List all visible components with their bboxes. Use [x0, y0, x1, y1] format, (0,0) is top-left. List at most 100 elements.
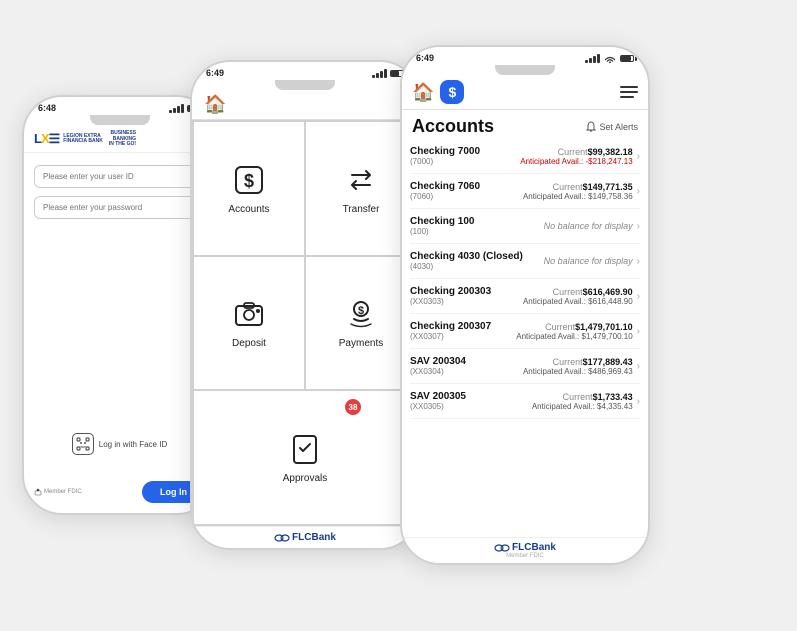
accounts-icon: $	[231, 162, 267, 198]
chevron-7000: ›	[637, 151, 640, 162]
face-id-section[interactable]: Log in with Face ID	[34, 425, 205, 463]
notch-1	[90, 115, 150, 125]
logo-tagline: BUSINESS BANKING IN THE GO!	[109, 131, 136, 148]
password-input[interactable]	[34, 196, 205, 219]
accounts-title: Accounts	[412, 116, 494, 137]
bell-icon	[586, 121, 596, 133]
wifi-icon	[603, 53, 617, 63]
transfer-icon	[343, 162, 379, 198]
phone-home: 6:49 🏠 $	[190, 60, 420, 550]
fdic-text: Member FDIC	[34, 488, 82, 496]
signal-icon	[169, 104, 184, 113]
member-fdic: Member FDIC	[506, 553, 544, 559]
time-2: 6:49	[206, 68, 224, 78]
login-footer: Member FDIC Log In	[24, 475, 215, 513]
account-balance-200307: Current$1,479,701.10 Anticipated Avail.:…	[516, 322, 632, 341]
account-balance-7060: Current$149,771.35 Anticipated Avail.: $…	[523, 182, 633, 201]
account-info-200307: Checking 200307 (XX0307)	[410, 321, 516, 341]
login-header: LX☰ LEGION EXTRA FINANCIA BANK BUSINESS …	[24, 125, 215, 153]
scene: 6:48 LX☰ LEGION EXTRA FINANCIA BANK	[0, 0, 797, 631]
logo-text: LEGION EXTRA FINANCIA BANK	[63, 134, 103, 145]
signal-icon-2	[372, 69, 387, 78]
app-logo: LX☰ LEGION EXTRA FINANCIA BANK BUSINESS …	[34, 131, 205, 148]
home-footer: FLCBank	[192, 526, 418, 548]
payments-icon: $	[343, 296, 379, 332]
deposit-icon	[231, 296, 267, 332]
chevron-sav200305: ›	[637, 396, 640, 407]
notch-3	[495, 65, 555, 75]
status-icons-3	[585, 53, 634, 63]
account-balance-7000: Current$99,382.18 Anticipated Avail.: -$…	[520, 147, 632, 166]
approvals-badge: 38	[345, 399, 361, 415]
login-content: LX☰ LEGION EXTRA FINANCIA BANK BUSINESS …	[24, 125, 215, 513]
menu-item-accounts[interactable]: $ Accounts	[194, 122, 304, 255]
accounts-nav: 🏠 $	[402, 75, 648, 110]
phone-login: 6:48 LX☰ LEGION EXTRA FINANCIA BANK	[22, 95, 217, 515]
dollar-nav-icon[interactable]: $	[440, 80, 464, 104]
logo-bank-name: LEGION EXTRA FINANCIA BANK	[63, 134, 103, 145]
chevron-7060: ›	[637, 186, 640, 197]
account-row-7060[interactable]: Checking 7060 (7060) Current$149,771.35 …	[410, 174, 640, 209]
phone-accounts: 6:49 🏠 $	[400, 45, 650, 565]
battery-icon-3	[620, 55, 634, 62]
status-bar-3: 6:49	[402, 47, 648, 65]
face-id-label: Log in with Face ID	[99, 440, 167, 449]
deposit-label: Deposit	[232, 338, 266, 349]
account-info-4030: Checking 4030 (Closed) (4030)	[410, 251, 544, 271]
account-info-sav200304: SAV 200304 (XX0304)	[410, 356, 523, 376]
status-bar-2: 6:49	[192, 62, 418, 80]
account-balance-200303: Current$616,469.90 Anticipated Avail.: $…	[523, 287, 633, 306]
account-info-sav200305: SAV 200305 (XX0305)	[410, 391, 532, 411]
logo-lx: LX☰	[34, 131, 59, 147]
userid-input[interactable]	[34, 165, 205, 188]
accounts-footer: FLCBank Member FDIC	[402, 537, 648, 563]
set-alerts-button[interactable]: Set Alerts	[586, 121, 638, 133]
account-balance-4030: No balance for display	[544, 256, 633, 266]
home-nav-icon[interactable]: 🏠	[204, 94, 226, 115]
notch-2	[275, 80, 335, 90]
account-info-100: Checking 100 (100)	[410, 216, 544, 236]
accounts-title-bar: Accounts Set Alerts	[402, 110, 648, 139]
approvals-icon	[287, 431, 323, 467]
flc-logo-accounts: FLCBank	[494, 542, 556, 553]
nav-left: 🏠 $	[412, 80, 464, 104]
account-row-sav200304[interactable]: SAV 200304 (XX0304) Current$177,889.43 A…	[410, 349, 640, 384]
account-info-7060: Checking 7060 (7060)	[410, 181, 523, 201]
chevron-200303: ›	[637, 291, 640, 302]
approvals-label: Approvals	[283, 473, 327, 484]
account-row-100[interactable]: Checking 100 (100) No balance for displa…	[410, 209, 640, 244]
signal-icon-3	[585, 54, 600, 63]
hamburger-menu-icon[interactable]	[620, 86, 638, 98]
chevron-200307: ›	[637, 326, 640, 337]
time-3: 6:49	[416, 53, 434, 63]
status-icons-2	[372, 69, 404, 78]
chevron-4030: ›	[637, 256, 640, 267]
home-nav: 🏠	[192, 90, 418, 120]
time-1: 6:48	[38, 103, 56, 113]
accounts-content: 🏠 $ Accounts Set Alerts	[402, 75, 648, 563]
svg-text:$: $	[358, 305, 364, 317]
home-grid: $ Accounts Transfer	[192, 120, 418, 526]
login-body: Log in with Face ID	[24, 153, 215, 476]
account-row-7000[interactable]: Checking 7000 (7000) Current$99,382.18 A…	[410, 139, 640, 174]
status-bar-1: 6:48	[24, 97, 215, 115]
menu-item-approvals[interactable]: 38 Approvals	[194, 391, 416, 524]
home-content: 🏠 $ Accounts	[192, 90, 418, 548]
account-balance-100: No balance for display	[544, 221, 633, 231]
account-row-200307[interactable]: Checking 200307 (XX0307) Current$1,479,7…	[410, 314, 640, 349]
accounts-list: Checking 7000 (7000) Current$99,382.18 A…	[402, 139, 648, 537]
account-info-7000: Checking 7000 (7000)	[410, 146, 520, 166]
chevron-sav200304: ›	[637, 361, 640, 372]
chevron-100: ›	[637, 221, 640, 232]
flc-logo: FLCBank	[192, 532, 418, 543]
payments-label: Payments	[339, 338, 383, 349]
home-icon-accounts[interactable]: 🏠	[412, 82, 434, 103]
transfer-label: Transfer	[343, 204, 380, 215]
accounts-label: Accounts	[228, 204, 269, 215]
account-balance-sav200304: Current$177,889.43 Anticipated Avail.: $…	[523, 357, 633, 376]
account-row-200303[interactable]: Checking 200303 (XX0303) Current$616,469…	[410, 279, 640, 314]
account-row-4030[interactable]: Checking 4030 (Closed) (4030) No balance…	[410, 244, 640, 279]
account-row-sav200305[interactable]: SAV 200305 (XX0305) Current$1,733.43 Ant…	[410, 384, 640, 419]
menu-item-deposit[interactable]: Deposit	[194, 257, 304, 390]
face-id-icon	[72, 433, 94, 455]
